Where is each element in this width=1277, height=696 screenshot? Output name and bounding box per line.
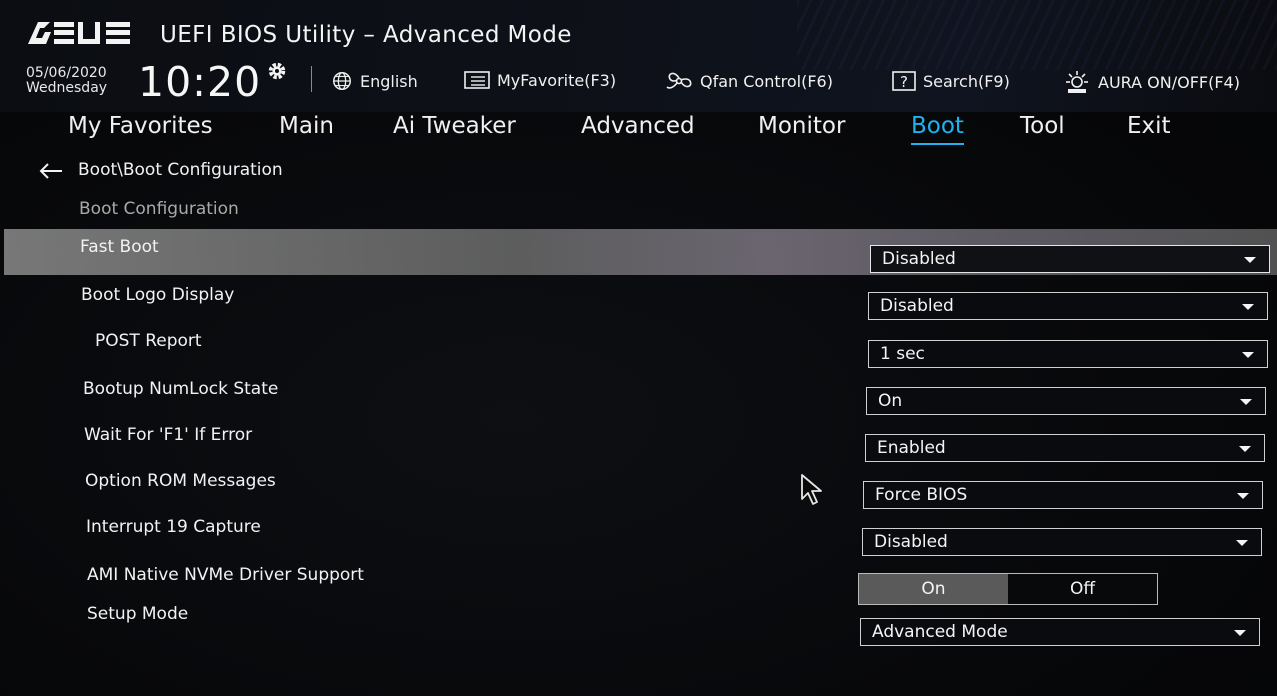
wait-for-f1-dropdown[interactable]: Enabled xyxy=(865,434,1265,462)
dropdown-value: Force BIOS xyxy=(875,485,968,505)
asus-logo xyxy=(28,22,130,44)
interrupt-19-capture-dropdown[interactable]: Disabled xyxy=(862,528,1262,556)
fan-icon xyxy=(666,72,692,89)
setting-label-interrupt-19-capture: Interrupt 19 Capture xyxy=(86,517,261,537)
language-label: English xyxy=(360,71,418,91)
setup-mode-dropdown[interactable]: Advanced Mode xyxy=(860,618,1260,646)
tab-tool[interactable]: Tool xyxy=(1020,113,1065,139)
tab-boot[interactable]: Boot xyxy=(911,113,964,145)
search-button[interactable]: ? Search(F9) xyxy=(891,70,1010,92)
tab-main[interactable]: Main xyxy=(279,113,334,139)
language-button[interactable]: English xyxy=(330,70,418,92)
setting-label-boot-logo-display: Boot Logo Display xyxy=(81,285,235,305)
setting-label-fast-boot: Fast Boot xyxy=(80,237,159,257)
post-report-dropdown[interactable]: 1 sec xyxy=(868,340,1268,368)
option-rom-messages-dropdown[interactable]: Force BIOS xyxy=(863,481,1263,509)
myfavorite-label: MyFavorite(F3) xyxy=(497,70,617,90)
favorite-list-icon xyxy=(464,71,490,89)
setting-label-bootup-numlock-state: Bootup NumLock State xyxy=(83,379,279,399)
chevron-down-icon xyxy=(1234,630,1246,636)
tab-monitor[interactable]: Monitor xyxy=(758,113,845,139)
tab-exit[interactable]: Exit xyxy=(1127,113,1171,139)
setting-label-wait-for-f1: Wait For 'F1' If Error xyxy=(84,425,253,445)
search-label: Search(F9) xyxy=(923,71,1010,91)
bootup-numlock-state-dropdown[interactable]: On xyxy=(866,387,1266,415)
breadcrumb: Boot\Boot Configuration xyxy=(78,160,283,180)
ami-nvme-toggle[interactable]: On Off xyxy=(858,573,1158,605)
globe-icon xyxy=(333,72,351,90)
tab-ai-tweaker[interactable]: Ai Tweaker xyxy=(393,113,516,139)
setting-label-setup-mode: Setup Mode xyxy=(87,604,189,624)
tab-my-favorites[interactable]: My Favorites xyxy=(68,113,213,139)
chevron-down-icon xyxy=(1237,493,1249,499)
aura-light-icon xyxy=(1066,71,1088,93)
qfan-control-label: Qfan Control(F6) xyxy=(700,71,833,91)
bios-screen: UEFI BIOS Utility – Advanced Mode 05/06/… xyxy=(0,0,1277,696)
aura-label: AURA ON/OFF(F4) xyxy=(1098,72,1240,92)
boot-logo-display-dropdown[interactable]: Disabled xyxy=(868,292,1268,320)
header-divider xyxy=(311,66,312,92)
setting-label-option-rom-messages: Option ROM Messages xyxy=(85,471,276,491)
svg-text:?: ? xyxy=(900,73,908,91)
gear-icon[interactable] xyxy=(266,60,288,82)
chevron-down-icon xyxy=(1242,352,1254,358)
dropdown-value: Advanced Mode xyxy=(872,622,1008,642)
weekday-text: Wednesday xyxy=(26,80,108,96)
chevron-down-icon xyxy=(1236,540,1248,546)
aura-toggle-button[interactable]: AURA ON/OFF(F4) xyxy=(1062,70,1240,94)
chevron-down-icon xyxy=(1244,257,1256,263)
chevron-down-icon xyxy=(1242,304,1254,310)
toggle-option-off[interactable]: Off xyxy=(1008,574,1157,604)
chevron-down-icon xyxy=(1240,399,1252,405)
setting-label-ami-native-nvme-driver-support: AMI Native NVMe Driver Support xyxy=(87,565,364,585)
section-title: Boot Configuration xyxy=(79,199,239,219)
chevron-down-icon xyxy=(1239,446,1251,452)
dropdown-value: Disabled xyxy=(882,249,956,269)
tab-advanced[interactable]: Advanced xyxy=(581,113,695,139)
myfavorite-button[interactable]: MyFavorite(F3) xyxy=(463,70,616,90)
dropdown-value: Disabled xyxy=(874,532,948,552)
date-display: 05/06/2020 Wednesday xyxy=(26,66,107,96)
mouse-pointer-icon xyxy=(801,474,822,505)
header-decoration xyxy=(797,0,1277,70)
dropdown-value: Enabled xyxy=(877,438,946,458)
fast-boot-dropdown[interactable]: Disabled xyxy=(870,245,1270,273)
app-title: UEFI BIOS Utility – Advanced Mode xyxy=(160,22,572,48)
dropdown-value: 1 sec xyxy=(880,344,925,364)
toggle-option-on[interactable]: On xyxy=(859,574,1008,604)
dropdown-value: On xyxy=(878,391,903,411)
qfan-control-button[interactable]: Qfan Control(F6) xyxy=(664,70,833,92)
clock-display: 10:20 xyxy=(138,58,262,106)
dropdown-value: Disabled xyxy=(880,296,954,316)
date-text: 05/06/2020 xyxy=(26,65,107,81)
back-arrow-icon[interactable] xyxy=(38,160,64,182)
setting-label-post-report: POST Report xyxy=(95,331,202,351)
search-help-icon: ? xyxy=(892,71,916,91)
